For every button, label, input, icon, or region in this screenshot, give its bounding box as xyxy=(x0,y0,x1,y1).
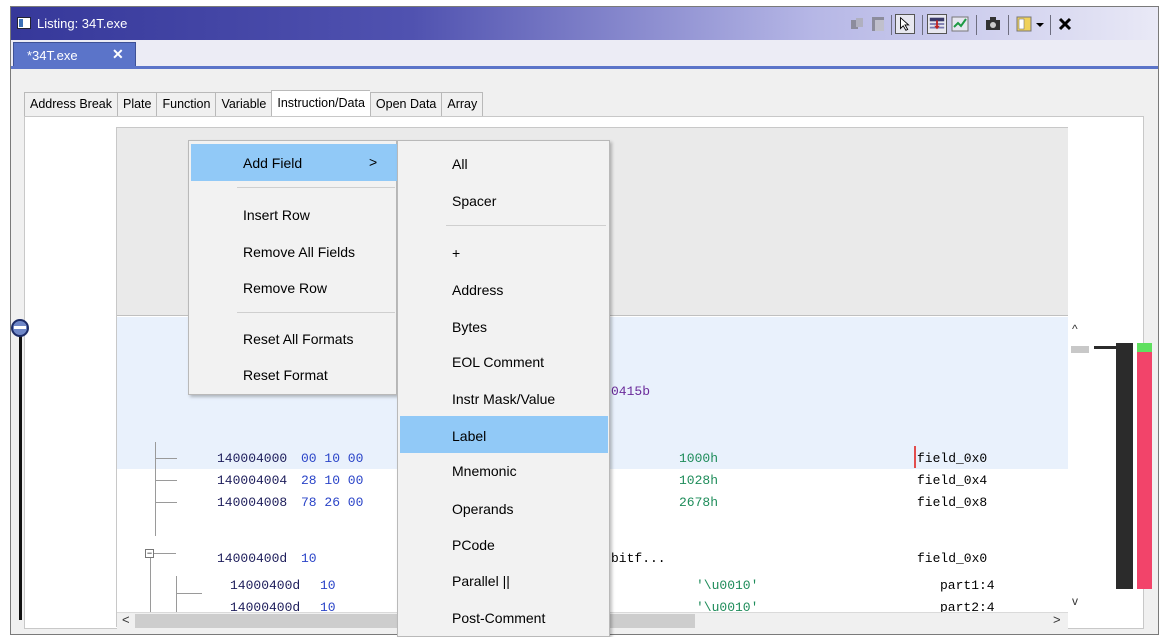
menu-separator xyxy=(237,187,395,188)
menu-separator xyxy=(237,312,395,313)
tab-34t-exe[interactable]: *34T.exe ✕ xyxy=(13,42,136,68)
field-header-icon[interactable] xyxy=(927,14,947,34)
diff-icon[interactable] xyxy=(950,14,970,34)
overview-bar-pink[interactable] xyxy=(1137,352,1152,589)
file-tab-label: *34T.exe xyxy=(27,48,78,63)
overview-marker xyxy=(1094,346,1116,349)
row-address: 140004008 xyxy=(217,495,288,510)
row-field: field_0x4 xyxy=(917,473,988,488)
tree-line xyxy=(155,458,177,459)
cursor-select-icon[interactable] xyxy=(895,14,915,34)
row-operand: 2678h xyxy=(679,495,719,510)
dropdown-icon[interactable] xyxy=(1034,14,1046,34)
toolbar-separator xyxy=(922,15,923,35)
row-field: field_0x0 xyxy=(917,551,988,566)
tab-instruction-data[interactable]: Instruction/Data xyxy=(271,90,370,116)
header-fragment: 0415b xyxy=(611,384,651,399)
menu-highlight xyxy=(400,416,608,453)
collapse-toggle-icon[interactable]: − xyxy=(145,549,154,558)
row-address: 14000400d xyxy=(230,578,301,593)
tree-line xyxy=(176,576,177,616)
scroll-left-arrow-icon[interactable]: < xyxy=(122,612,130,627)
tree-line xyxy=(155,502,177,503)
paste-icon[interactable] xyxy=(868,14,888,34)
window-title: Listing: 34T.exe xyxy=(37,16,128,31)
copy-icon[interactable] xyxy=(848,14,868,34)
scroll-up-arrow-icon[interactable]: ^ xyxy=(1072,322,1078,336)
menu-item-mnemonic[interactable]: Mnemonic xyxy=(452,463,517,479)
menu-item-add-field[interactable]: Add Field xyxy=(243,155,302,171)
menu-item-remove-row[interactable]: Remove Row xyxy=(243,280,327,296)
title-bar: Listing: 34T.exe xyxy=(11,7,1158,40)
menu-separator xyxy=(446,225,606,226)
tree-line xyxy=(155,442,156,536)
toolbar-separator xyxy=(976,15,977,35)
tab-underline xyxy=(11,66,1158,69)
vertical-scroll-thumb[interactable] xyxy=(1071,346,1089,353)
menu-item-insert-row[interactable]: Insert Row xyxy=(243,207,310,223)
tree-line xyxy=(154,553,176,554)
menu-item-spacer[interactable]: Spacer xyxy=(452,193,496,209)
menu-item-all[interactable]: All xyxy=(452,156,468,172)
file-tab-row: *34T.exe ✕ xyxy=(11,40,1158,68)
text-cursor xyxy=(914,446,916,468)
row-address: 14000400d xyxy=(217,551,288,566)
row-bytes: 10 xyxy=(320,578,336,593)
zoom-slider-handle[interactable] xyxy=(11,319,29,337)
context-menu: Add Field > Insert Row Remove All Fields… xyxy=(188,140,397,395)
overview-bar-green[interactable] xyxy=(1137,343,1152,352)
row-address: 140004000 xyxy=(217,451,288,466)
row-field: field_0x0 xyxy=(917,451,988,466)
overview-bar-dark[interactable] xyxy=(1116,343,1133,589)
row-operand: '\u0010' xyxy=(696,578,759,593)
zoom-slider-track[interactable] xyxy=(19,332,22,620)
menu-item-instr-mask-value[interactable]: Instr Mask/Value xyxy=(452,391,555,407)
row-bytes: 78 26 00 xyxy=(301,495,364,510)
toolbar-separator xyxy=(1008,15,1009,35)
menu-item-reset-all-formats[interactable]: Reset All Formats xyxy=(243,331,353,347)
menu-item-operands[interactable]: Operands xyxy=(452,501,513,517)
tab-variable[interactable]: Variable xyxy=(215,92,272,116)
add-field-submenu: All Spacer + Address Bytes EOL Comment I… xyxy=(397,140,610,637)
row-bytes: 10 xyxy=(301,551,317,566)
tree-line xyxy=(155,480,177,481)
tab-open-data[interactable]: Open Data xyxy=(369,92,442,116)
menu-item-address[interactable]: Address xyxy=(452,282,503,298)
menu-item-bytes[interactable]: Bytes xyxy=(452,319,487,335)
menu-item-plus[interactable]: + xyxy=(452,245,460,261)
view-options-icon[interactable] xyxy=(1014,14,1034,34)
row-bytes: 28 10 00 xyxy=(301,473,364,488)
format-tabs: Address Break Plate Function Variable In… xyxy=(24,90,484,116)
tree-line xyxy=(176,593,202,594)
scroll-down-arrow-icon[interactable]: v xyxy=(1072,594,1078,608)
menu-item-label[interactable]: Label xyxy=(452,428,486,444)
menu-item-remove-all-fields[interactable]: Remove All Fields xyxy=(243,244,355,260)
tree-line xyxy=(150,558,151,614)
tab-function[interactable]: Function xyxy=(156,92,216,116)
tab-array[interactable]: Array xyxy=(441,92,484,116)
row-field: field_0x8 xyxy=(917,495,988,510)
toolbar-separator xyxy=(1050,15,1051,35)
tab-address-break[interactable]: Address Break xyxy=(24,92,117,116)
tab-plate[interactable]: Plate xyxy=(116,92,157,116)
row-bytes: 00 10 00 xyxy=(301,451,364,466)
close-tab-icon[interactable]: ✕ xyxy=(112,46,124,63)
menu-item-post-comment[interactable]: Post-Comment xyxy=(452,610,545,626)
menu-item-pcode[interactable]: PCode xyxy=(452,537,495,553)
submenu-arrow-icon: > xyxy=(369,154,378,170)
row-address: 140004004 xyxy=(217,473,288,488)
menu-item-reset-format[interactable]: Reset Format xyxy=(243,367,328,383)
snapshot-icon[interactable] xyxy=(983,14,1003,34)
row-field: part1:4 xyxy=(940,578,995,593)
listing-window-icon xyxy=(17,17,31,29)
row-operand: bitf... xyxy=(611,551,666,566)
close-icon[interactable] xyxy=(1055,14,1075,34)
scroll-right-arrow-icon[interactable]: > xyxy=(1053,612,1061,627)
row-operand: 1000h xyxy=(679,451,719,466)
menu-item-parallel[interactable]: Parallel || xyxy=(452,573,510,589)
toolbar-separator xyxy=(891,15,892,35)
row-operand: 1028h xyxy=(679,473,719,488)
menu-item-eol-comment[interactable]: EOL Comment xyxy=(452,354,544,370)
